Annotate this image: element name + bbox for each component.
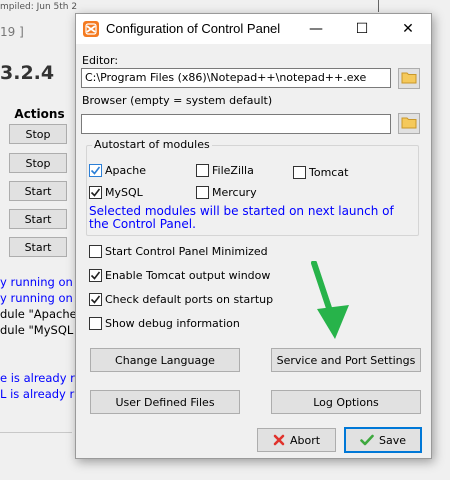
editor-path-input[interactable]: C:\Program Files (x86)\Notepad++\notepad…: [81, 68, 391, 88]
checkbox-box[interactable]: [89, 269, 102, 282]
browse-editor-button[interactable]: [398, 68, 420, 89]
close-button[interactable]: ✕: [385, 14, 431, 44]
log-line: y running on: [0, 291, 73, 305]
log-line: e is already r: [0, 371, 75, 385]
abort-x-icon: [273, 434, 285, 446]
maximize-button[interactable]: ☐: [339, 14, 385, 44]
service-port-settings-button[interactable]: Service and Port Settings: [271, 348, 421, 372]
xampp-icon: [83, 21, 99, 37]
checkbox-label: Start Control Panel Minimized: [105, 245, 268, 258]
checkbox-label: Show debug information: [105, 317, 240, 330]
checkbox-label: Tomcat: [309, 166, 349, 179]
user-defined-files-button[interactable]: User Defined Files: [90, 390, 240, 414]
abort-button[interactable]: Abort: [257, 428, 336, 452]
start-button[interactable]: Start: [9, 209, 67, 229]
log-line: dule "MySQL: [0, 323, 74, 337]
folder-icon: [401, 116, 417, 132]
autostart-info-text: Selected modules will be started on next…: [89, 204, 394, 231]
browser-path-input[interactable]: [81, 114, 391, 134]
window-edge: [378, 0, 379, 12]
checkmark-icon: [360, 434, 374, 446]
configuration-dialog: Configuration of Control Panel — ☐ ✕ Edi…: [75, 13, 432, 459]
check-ports-checkbox[interactable]: Check default ports on startup: [89, 293, 273, 306]
abort-label: Abort: [289, 433, 321, 447]
log-line: dule "Apache: [0, 307, 77, 321]
checkbox-box[interactable]: [293, 166, 306, 179]
checkbox-label: FileZilla: [212, 164, 254, 177]
autostart-mysql-checkbox[interactable]: MySQL: [89, 186, 143, 199]
compiled-date-text: mpiled: Jun 5th 2: [0, 2, 78, 12]
dialog-titlebar[interactable]: Configuration of Control Panel — ☐ ✕: [76, 14, 431, 44]
autostart-filezilla-checkbox[interactable]: FileZilla: [196, 164, 254, 177]
version-text: 3.2.4: [0, 62, 55, 84]
tomcat-output-checkbox[interactable]: Enable Tomcat output window: [89, 269, 270, 282]
stop-button[interactable]: Stop: [9, 153, 67, 173]
stop-button[interactable]: Stop: [9, 124, 67, 144]
checkbox-box[interactable]: [89, 293, 102, 306]
start-minimized-checkbox[interactable]: Start Control Panel Minimized: [89, 245, 268, 258]
dialog-title: Configuration of Control Panel: [106, 21, 281, 36]
browser-label: Browser (empty = system default): [82, 94, 273, 107]
save-label: Save: [378, 433, 406, 447]
checkbox-label: Enable Tomcat output window: [105, 269, 271, 282]
debug-info-checkbox[interactable]: Show debug information: [89, 317, 240, 330]
change-language-button[interactable]: Change Language: [90, 348, 240, 372]
checkbox-box[interactable]: [196, 186, 209, 199]
green-arrow-icon: [305, 260, 353, 344]
actions-header: Actions: [14, 107, 65, 121]
checkbox-box[interactable]: [89, 245, 102, 258]
start-button[interactable]: Start: [9, 181, 67, 201]
checkbox-box[interactable]: [89, 164, 102, 177]
start-button[interactable]: Start: [9, 237, 67, 257]
status-bar: [0, 432, 72, 452]
autostart-title: Autostart of modules: [92, 138, 212, 151]
minimize-button[interactable]: —: [293, 14, 339, 44]
checkbox-label: Mercury: [212, 186, 257, 199]
autostart-mercury-checkbox[interactable]: Mercury: [196, 186, 257, 199]
log-line: L is already r: [0, 387, 75, 401]
checkbox-box[interactable]: [196, 164, 209, 177]
checkbox-box[interactable]: [89, 317, 102, 330]
autostart-apache-checkbox[interactable]: Apache: [89, 164, 146, 177]
log-options-button[interactable]: Log Options: [271, 390, 421, 414]
editor-label: Editor:: [82, 54, 119, 67]
autostart-tomcat-checkbox[interactable]: Tomcat: [293, 166, 348, 179]
bracket-text: 19 ]: [0, 25, 24, 39]
checkbox-label: Check default ports on startup: [105, 293, 274, 306]
folder-icon: [401, 71, 417, 87]
checkbox-label: MySQL: [105, 186, 143, 199]
checkbox-box[interactable]: [89, 186, 102, 199]
log-line: y running on: [0, 275, 73, 289]
browse-browser-button[interactable]: [398, 113, 420, 134]
save-button[interactable]: Save: [344, 427, 422, 453]
checkbox-label: Apache: [105, 164, 147, 177]
